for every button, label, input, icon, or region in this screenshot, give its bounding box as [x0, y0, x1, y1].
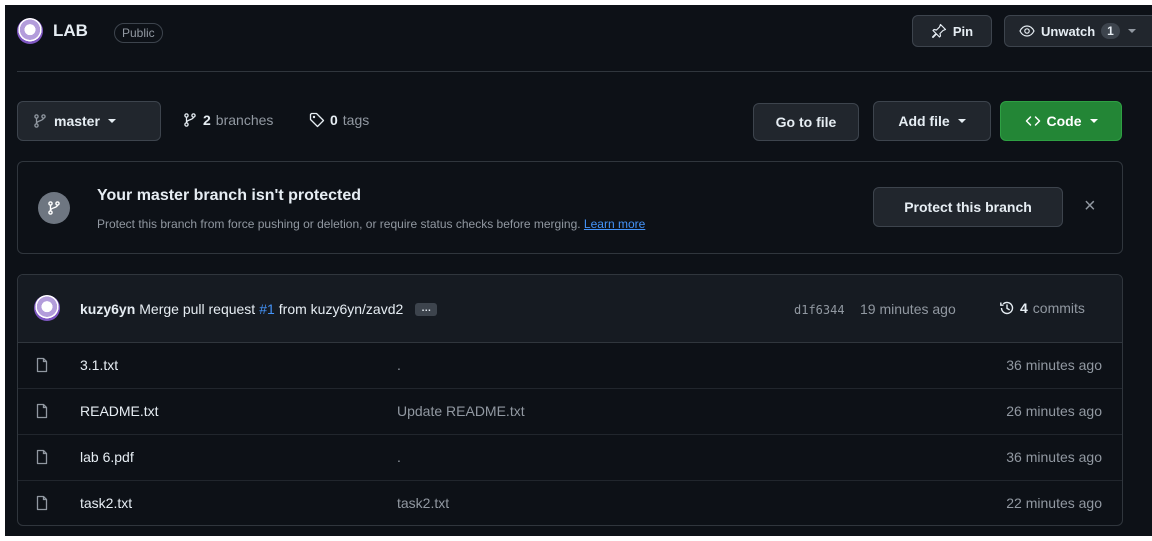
branch-protection-banner: Your master branch isn't protected Prote…	[17, 161, 1123, 254]
file-row[interactable]: README.txt Update README.txt 26 minutes ag…	[18, 389, 1122, 435]
tag-icon	[309, 112, 325, 128]
file-updated-time: 26 minutes ago	[1006, 403, 1102, 419]
repo-name[interactable]: LAB	[53, 21, 88, 41]
commit-summary: kuzy6yn Merge pull request #1 from kuzy6…	[80, 301, 438, 317]
file-commit-message[interactable]: .	[397, 357, 401, 373]
file-name[interactable]: 3.1.txt	[80, 357, 118, 373]
add-file-button[interactable]: Add file	[873, 101, 991, 141]
file-updated-time: 36 minutes ago	[1006, 357, 1102, 373]
repo-page: LAB Public Pin Unwatch 1 master 2 branch…	[5, 5, 1152, 536]
branches-label: branches	[215, 112, 274, 128]
branch-selector[interactable]: master	[17, 101, 161, 141]
commit-author[interactable]: kuzy6yn	[80, 301, 135, 317]
git-branch-icon	[38, 192, 70, 224]
file-icon	[34, 403, 50, 419]
branch-name: master	[54, 113, 100, 129]
file-icon	[34, 449, 50, 465]
branches-count: 2	[203, 112, 211, 128]
file-row[interactable]: task2.txt task2.txt 22 minutes ago	[18, 481, 1122, 525]
banner-description-text: Protect this branch from force pushing o…	[97, 217, 581, 231]
tags-count: 0	[330, 112, 338, 128]
file-icon	[34, 357, 50, 373]
close-icon[interactable]: ×	[1084, 196, 1096, 216]
tags-link[interactable]: 0 tags	[309, 112, 369, 128]
pin-button[interactable]: Pin	[912, 15, 992, 47]
file-row[interactable]: lab 6.pdf. 36 minutes ago	[18, 435, 1122, 481]
code-icon	[1025, 113, 1041, 129]
file-list: 3.1.txt. 36 minutes ago README.txt Update R…	[18, 343, 1122, 525]
commits-link[interactable]: 4 commits	[999, 300, 1085, 316]
file-name[interactable]: README.txt	[80, 403, 159, 419]
code-button[interactable]: Code	[1000, 101, 1122, 141]
history-icon	[999, 300, 1015, 316]
expand-commit-message-button[interactable]: …	[415, 302, 438, 316]
add-file-label: Add file	[898, 113, 950, 129]
pull-request-link[interactable]: #1	[259, 301, 275, 317]
branches-link[interactable]: 2 branches	[182, 112, 273, 128]
commits-label: commits	[1032, 300, 1085, 316]
banner-description: Protect this branch from force pushing o…	[97, 217, 645, 231]
file-commit-message[interactable]: task2.txt	[397, 495, 449, 511]
unwatch-button[interactable]: Unwatch 1	[1004, 15, 1152, 47]
chevron-down-icon	[1089, 119, 1098, 123]
watchers-count: 1	[1101, 23, 1120, 39]
file-name[interactable]: lab 6.pdf	[80, 449, 134, 465]
file-row[interactable]: 3.1.txt. 36 minutes ago	[18, 343, 1122, 389]
git-branch-icon	[182, 112, 198, 128]
unwatch-label: Unwatch	[1041, 23, 1096, 39]
learn-more-link[interactable]: Learn more	[584, 217, 645, 231]
pin-label: Pin	[952, 23, 974, 39]
file-updated-time: 22 minutes ago	[1006, 495, 1102, 511]
git-branch-icon	[32, 113, 48, 129]
chevron-down-icon	[957, 119, 966, 123]
code-label: Code	[1046, 113, 1082, 129]
commit-author-avatar[interactable]	[34, 295, 60, 321]
file-updated-time: 36 minutes ago	[1006, 449, 1102, 465]
commit-sha[interactable]: d1f6344	[794, 303, 845, 317]
chevron-down-icon	[1127, 29, 1136, 33]
protect-branch-button[interactable]: Protect this branch	[873, 187, 1063, 227]
latest-commit-bar: kuzy6yn Merge pull request #1 from kuzy6…	[18, 275, 1122, 343]
owner-avatar[interactable]	[17, 18, 43, 44]
header-divider	[17, 71, 1152, 72]
eye-icon	[1019, 23, 1035, 39]
commit-message-suffix[interactable]: from kuzy6yn/zavd2	[279, 301, 404, 317]
tags-label: tags	[342, 112, 370, 128]
go-to-file-button[interactable]: Go to file	[753, 103, 859, 141]
file-commit-message[interactable]: Update README.txt	[397, 403, 525, 419]
visibility-badge: Public	[114, 23, 163, 43]
banner-title: Your master branch isn't protected	[97, 187, 362, 204]
chevron-down-icon	[107, 119, 116, 123]
commit-time: 19 minutes ago	[860, 301, 956, 317]
file-table: kuzy6yn Merge pull request #1 from kuzy6…	[17, 274, 1123, 526]
file-icon	[34, 495, 50, 511]
file-commit-message[interactable]: .	[397, 449, 401, 465]
pin-icon	[931, 23, 947, 39]
commit-message-prefix[interactable]: Merge pull request	[139, 301, 255, 317]
file-name[interactable]: task2.txt	[80, 495, 132, 511]
commits-count: 4	[1020, 300, 1028, 316]
